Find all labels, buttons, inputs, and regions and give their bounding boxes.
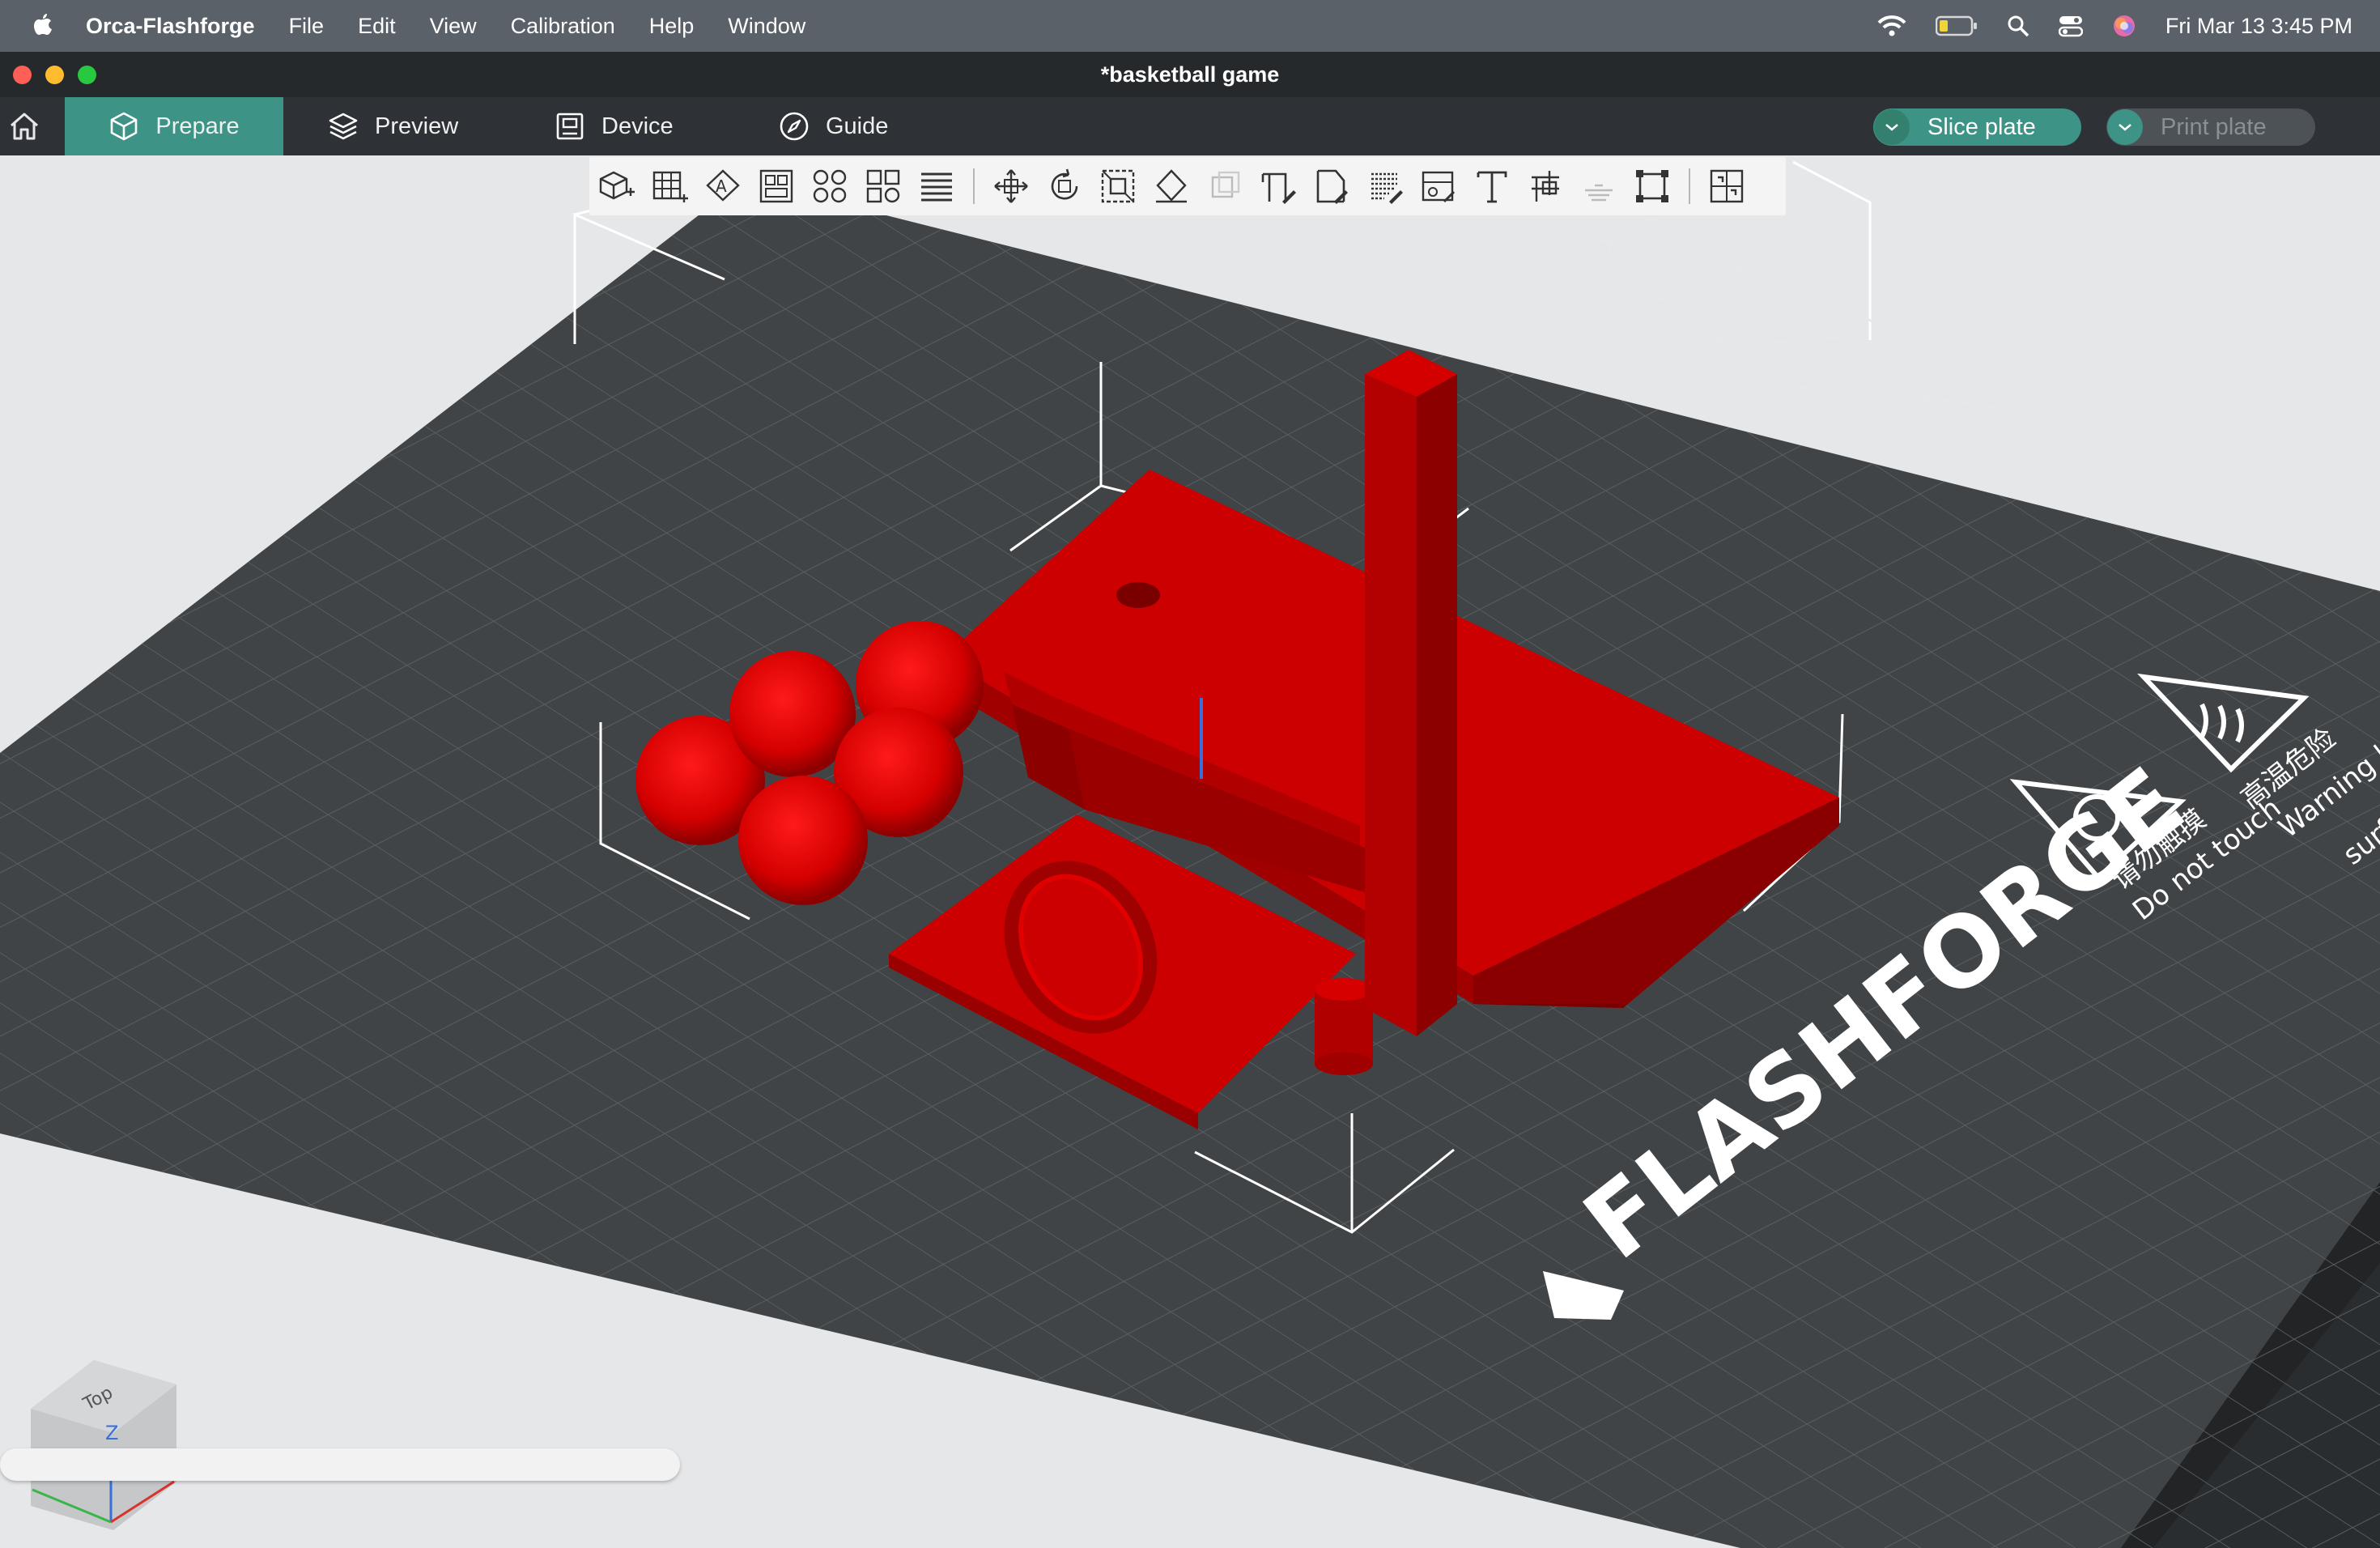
print-plate-button[interactable]: Print plate [2106,108,2315,146]
fuzzy-skin-button[interactable] [1358,159,1412,213]
minimize-window-button[interactable] [45,66,64,84]
rotate-button[interactable] [1038,159,1091,213]
arrange-button[interactable] [750,159,803,213]
main-tab-bar: Prepare Preview Device Guide Slice plate… [0,97,2380,155]
lay-on-face-button[interactable] [1145,159,1198,213]
progress-bar [0,1448,680,1481]
move-icon [994,169,1028,203]
cut-icon [1211,171,1240,198]
menu-window[interactable]: Window [728,14,805,39]
mesh-boolean-button[interactable] [1572,159,1626,213]
support-paint-button[interactable] [1252,159,1305,213]
fit-button[interactable] [1626,159,1679,213]
print-dropdown-icon[interactable] [2107,109,2143,145]
tab-guide-label: Guide [826,113,889,139]
close-window-button[interactable] [13,66,32,84]
menu-view[interactable]: View [430,14,477,39]
cut-button[interactable] [1198,159,1252,213]
assembly-button[interactable] [1519,159,1572,213]
split-to-plates-icon [1710,169,1744,203]
layers-icon [329,113,358,140]
seam-paint-button[interactable] [1305,159,1358,213]
split-to-plates-button[interactable] [1700,159,1753,213]
wifi-icon[interactable] [1877,15,1906,37]
assembly-icon [1532,171,1559,202]
slice-dropdown-icon[interactable] [1874,109,1910,145]
tab-device-label: Device [601,113,674,139]
home-button[interactable] [0,97,65,155]
rotate-icon [1051,168,1078,200]
toolbar-divider [973,168,975,204]
device-icon [556,113,584,140]
3d-viewport[interactable]: 高温危险 Warning hot surface 请勿触摸 Do not tou… [0,155,2380,1548]
object-toolbar: A [589,157,1786,215]
clock[interactable]: Fri Mar 13 3:45 PM [2165,14,2352,39]
add-plate-button[interactable] [643,159,696,213]
control-center-icon[interactable] [2058,15,2083,37]
ball [738,776,868,905]
measure-button[interactable] [1412,159,1465,213]
app-name-menu[interactable]: Orca-Flashforge [86,14,255,39]
menu-help[interactable]: Help [649,14,695,39]
auto-orient-button[interactable]: A [696,159,750,213]
tab-prepare-label: Prepare [155,113,240,139]
menu-calibration[interactable]: Calibration [511,14,615,39]
slice-plate-label: Slice plate [1927,113,2036,140]
pillar-side [1417,374,1457,1036]
compass-icon [780,112,809,141]
fit-icon [1636,170,1668,202]
plate-scene[interactable]: 高温危险 Warning hot surface 请勿触摸 Do not tou… [0,155,2380,1548]
menu-edit[interactable]: Edit [358,14,396,39]
split-objects-icon [813,169,847,203]
zoom-window-button[interactable] [78,66,96,84]
menu-file[interactable]: File [289,14,325,39]
tab-preview[interactable]: Preview [328,97,458,155]
apple-icon[interactable] [31,10,58,42]
base-plate-hole [1116,582,1160,608]
split-objects-button[interactable] [803,159,856,213]
tab-device[interactable]: Device [555,97,674,155]
toolbar-divider [1689,168,1690,204]
split-parts-button[interactable] [856,159,910,213]
arrange-icon [759,169,793,203]
tab-guide[interactable]: Guide [779,97,888,155]
spotlight-search-icon[interactable] [2007,15,2029,37]
mesh-boolean-icon [1585,184,1613,202]
add-plate-icon [652,171,688,202]
svg-text:A: A [716,176,727,196]
support-paint-icon [1261,172,1296,204]
measure-icon [1422,171,1456,203]
pillar-front [1365,374,1417,1036]
scale-button[interactable] [1091,159,1145,213]
print-plate-label: Print plate [2161,113,2267,140]
menu-bar: Orca-Flashforge File Edit View Calibrati… [0,0,2380,52]
auto-orient-icon: A [706,169,740,202]
cube-icon [111,112,138,141]
view-cube[interactable]: Top Z [31,1360,176,1530]
variable-layer-height-icon [921,172,952,202]
window-title: *basketball game [1100,62,1280,87]
text-button[interactable] [1465,159,1519,213]
add-object-button[interactable] [589,159,643,213]
scale-icon [1101,169,1135,203]
lay-on-face-icon [1156,169,1187,203]
text-icon [1477,171,1507,203]
siri-icon[interactable] [2112,14,2136,38]
slice-plate-button[interactable]: Slice plate [1873,108,2081,146]
tab-prepare[interactable]: Prepare [65,97,283,155]
variable-layer-height-button[interactable] [910,159,963,213]
seam-paint-icon [1316,169,1348,204]
view-cube-axis-label: Z [105,1422,118,1444]
add-object-icon [599,171,635,200]
home-icon [11,113,38,140]
fuzzy-skin-icon [1371,172,1403,204]
move-button[interactable] [984,159,1038,213]
tab-preview-label: Preview [375,113,459,139]
split-parts-icon [866,169,900,203]
window-title-bar: *basketball game [0,52,2380,97]
battery-icon[interactable] [1935,15,1978,36]
